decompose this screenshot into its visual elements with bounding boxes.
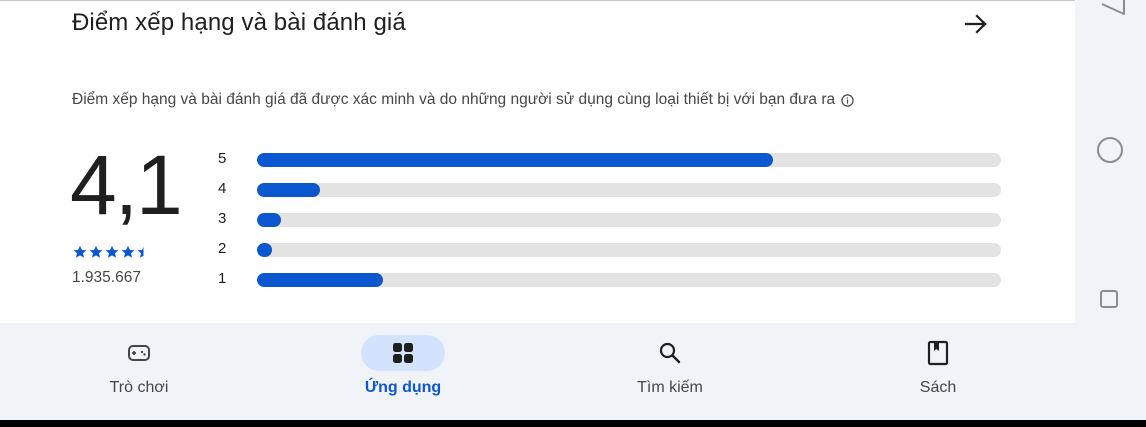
- star-icon: [137, 246, 144, 258]
- rating-bar-fill: [257, 153, 773, 167]
- rating-bar-label: 4: [218, 180, 227, 197]
- rating-bar-row-3: 3: [218, 207, 1008, 233]
- description-text: Điểm xếp hạng và bài đánh giá đã được xá…: [72, 91, 836, 108]
- search-icon: [659, 342, 681, 364]
- home-circle-icon[interactable]: [1097, 137, 1123, 163]
- rating-bar-row-2: 2: [218, 237, 1008, 263]
- system-bottom-bar: [0, 420, 1146, 427]
- see-all-ratings-button[interactable]: [958, 8, 994, 40]
- rating-bar-track: [257, 243, 1001, 257]
- star-rating: [72, 245, 152, 259]
- nav-label-search: Tìm kiếm: [637, 379, 703, 396]
- nav-item-games[interactable]: Trò chơi: [59, 335, 219, 415]
- ratings-section: Điểm xếp hạng và bài đánh giá Điểm xếp h…: [0, 0, 1075, 323]
- rating-bar-fill: [257, 243, 272, 257]
- book-icon: [927, 340, 949, 366]
- rating-bar-label: 5: [218, 150, 227, 167]
- rating-bar-fill: [257, 213, 281, 227]
- nav-item-books[interactable]: Sách: [858, 335, 1018, 415]
- rating-bar-row-5: 5: [218, 147, 1008, 173]
- star-icon: [89, 245, 103, 258]
- nav-label-apps: Ứng dụng: [364, 379, 442, 396]
- nav-icon-pill: [97, 335, 181, 371]
- apps-grid-icon: [393, 343, 413, 363]
- rating-bar-row-4: 4: [218, 177, 1008, 203]
- rating-bar-row-1: 1: [218, 267, 1008, 293]
- recents-square-icon[interactable]: [1100, 290, 1118, 308]
- gamepad-icon: [128, 345, 150, 361]
- ratings-description: Điểm xếp hạng và bài đánh giá đã được xá…: [72, 91, 854, 109]
- nav-item-apps[interactable]: Ứng dụng: [323, 335, 483, 415]
- rating-bar-track: [257, 183, 1001, 197]
- nav-icon-pill: [628, 335, 712, 371]
- bottom-navigation: Trò chơi Ứng dụng Tìm kiếm Sách: [0, 323, 1075, 420]
- arrow-right-icon: [964, 14, 987, 34]
- rating-bar-label: 2: [218, 240, 227, 257]
- nav-label-books: Sách: [919, 379, 957, 396]
- rating-bar-track: [257, 273, 1001, 287]
- divider: [0, 0, 1075, 1]
- rating-bar-fill: [257, 183, 320, 197]
- rating-bar-label: 3: [218, 210, 227, 227]
- star-icon: [121, 245, 135, 258]
- back-triangle-icon[interactable]: [1096, 0, 1126, 25]
- info-icon[interactable]: [841, 93, 854, 107]
- review-count: 1.935.667: [72, 269, 141, 286]
- rating-bar-track: [257, 153, 1001, 167]
- star-icon: [73, 245, 87, 258]
- section-title: Điểm xếp hạng và bài đánh giá: [72, 9, 406, 36]
- star-icon: [105, 245, 119, 258]
- nav-label-games: Trò chơi: [109, 379, 169, 396]
- rating-bar-fill: [257, 273, 383, 287]
- nav-icon-pill: [896, 335, 980, 371]
- rating-bar-track: [257, 213, 1001, 227]
- rating-bar-label: 1: [218, 270, 227, 287]
- nav-item-search[interactable]: Tìm kiếm: [590, 335, 750, 415]
- average-rating: 4,1: [70, 138, 183, 232]
- nav-icon-pill-active: [361, 335, 445, 371]
